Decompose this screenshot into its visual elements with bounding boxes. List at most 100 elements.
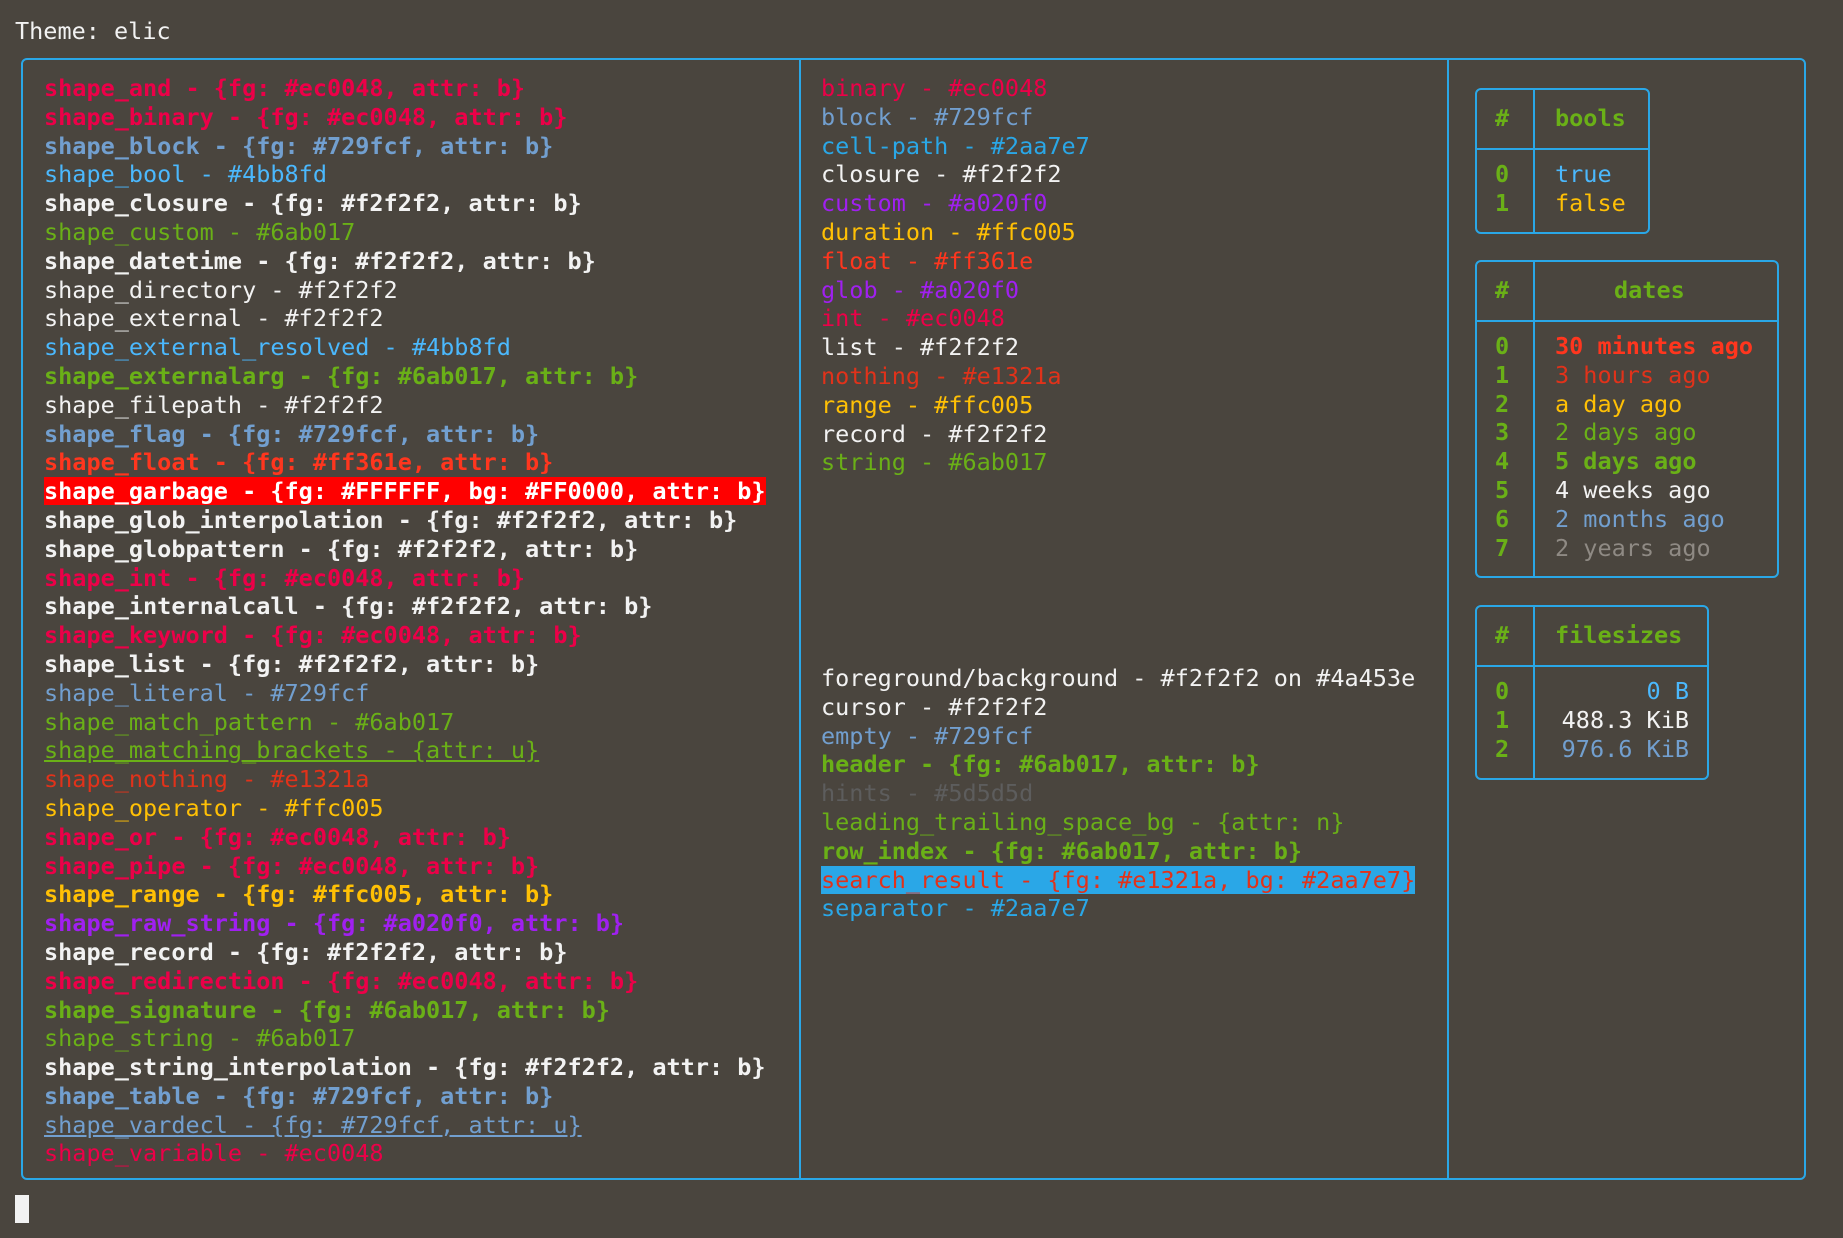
row-index: 0 [1495,160,1510,188]
shape-style-line: shape_raw_string - {fg: #a020f0, attr: b… [44,909,625,938]
shape-style-line: shape_closure - {fg: #f2f2f2, attr: b} [44,189,582,218]
row-index: 1 [1495,705,1510,734]
dates-header: dates [1614,276,1685,304]
shape-style-line: shape_string_interpolation - {fg: #f2f2f… [44,1053,766,1082]
shape-style-line: shape_int - {fg: #ec0048, attr: b} [44,563,526,592]
ui-color-line: foreground/background - #f2f2f2 on #4a45… [821,664,1416,692]
shape-style-line: shape_float - {fg: #ff361e, attr: b} [44,448,554,477]
column-divider [1447,60,1449,1178]
table-cell: 3 hours ago [1555,360,1711,389]
shape-style-line-highlight: shape_garbage - {fg: #FFFFFF, bg: #FF000… [44,477,766,506]
type-color-line: custom - #a020f0 [821,189,1048,218]
row-index: 7 [1495,533,1510,562]
shape-style-line: shape_block - {fg: #729fcf, attr: b} [44,131,554,160]
ui-colors-column: foreground/background - #f2f2f2 on #4a45… [821,664,1416,923]
shape-style-line: shape_list - {fg: #f2f2f2, attr: b} [44,649,540,678]
table-cell: 2 months ago [1555,504,1725,533]
row-index: 1 [1495,360,1510,389]
ui-color-line: hints - #5d5d5d [821,779,1034,808]
type-color-line: glob - #a020f0 [821,275,1020,304]
shape-style-line: shape_internalcall - {fg: #f2f2f2, attr:… [44,592,653,621]
ui-color-line: empty - #729fcf [821,721,1034,750]
shape-style-line: shape_filepath - #f2f2f2 [44,390,384,419]
type-color-line: binary - #ec0048 [821,74,1048,102]
row-index: 1 [1495,188,1510,217]
table-cell: 2 days ago [1555,418,1697,447]
type-color-line: closure - #f2f2f2 [821,160,1062,189]
table-cell: false [1555,188,1626,217]
type-color-line: int - #ec0048 [821,304,1005,333]
type-color-line: float - #ff361e [821,246,1034,275]
table-cell: a day ago [1555,389,1683,418]
ui-color-line: search_result - {fg: #e1321a, bg: #2aa7e… [821,865,1416,895]
shapes-column: shape_and - {fg: #ec0048, attr: b} shape_… [44,74,766,1168]
ui-color-line: leading_trailing_space_bg - {attr: n} [821,807,1345,836]
row-index: 3 [1495,418,1510,447]
shape-style-line: shape_or - {fg: #ec0048, attr: b} [44,822,511,851]
row-index: 6 [1495,504,1510,533]
theme-preview-table: shape_and - {fg: #ec0048, attr: b} shape_… [21,58,1806,1180]
row-index: 2 [1495,734,1510,763]
shape-style-line: shape_operator - #ffc005 [44,793,384,822]
type-color-line: list - #f2f2f2 [821,333,1020,362]
dates-index-header: # [1495,276,1510,304]
type-color-line: cell-path - #2aa7e7 [821,131,1090,160]
dates-table: # dates 0 30 minutes ago 1 3 hours ago 2 a da… [1475,260,1779,578]
row-index: 2 [1495,389,1510,418]
shape-style-line: shape_external - #f2f2f2 [44,304,384,333]
filesizes-table: # filesizes 0 0 B 1 488.3 KiB 2 976.6 KiB [1475,605,1709,780]
table-cell: 488.3 KiB [1561,705,1689,734]
types-column: binary - #ec0048 block - #729fcf cell-path… [821,74,1090,477]
bools-index-header: # [1495,104,1510,132]
shape-style-line: shape_match_pattern - #6ab017 [44,707,455,736]
shape-style-line: shape_external_resolved - #4bb8fd [44,333,511,362]
type-color-line: block - #729fcf [821,102,1034,131]
shape-style-line: shape_globpattern - {fg: #f2f2f2, attr: … [44,534,639,563]
type-color-line: record - #f2f2f2 [821,419,1048,448]
type-color-line: duration - #ffc005 [821,217,1076,246]
type-color-line: nothing - #e1321a [821,361,1062,390]
table-cell: true [1555,160,1612,188]
column-divider [799,60,801,1178]
ui-color-line: separator - #2aa7e7 [821,894,1090,923]
bools-header: bools [1555,104,1626,132]
shape-style-line: shape_table - {fg: #729fcf, attr: b} [44,1081,554,1110]
shape-style-line: shape_literal - #729fcf [44,678,370,707]
row-index: 0 [1495,677,1510,705]
ui-color-line: cursor - #f2f2f2 [821,692,1048,721]
ui-color-line-highlight: search_result - {fg: #e1321a, bg: #2aa7e… [821,865,1416,894]
shape-style-line: shape_record - {fg: #f2f2f2, attr: b} [44,937,568,966]
table-cell: 976.6 KiB [1561,734,1689,763]
row-index: 5 [1495,476,1510,504]
shape-style-line: shape_nothing - #e1321a [44,765,370,794]
shape-style-line: shape_redirection - {fg: #ec0048, attr: … [44,966,639,995]
shape-style-line: shape_string - #6ab017 [44,1024,356,1053]
shape-style-line: shape_signature - {fg: #6ab017, attr: b} [44,995,610,1024]
shape-style-line: shape_variable - #ec0048 [44,1139,384,1168]
shape-style-line: shape_matching_brackets - {attr: u} [44,736,540,765]
terminal-cursor [15,1195,29,1223]
type-color-line: range - #ffc005 [821,390,1034,419]
shape-style-line: shape_externalarg - {fg: #6ab017, attr: … [44,361,639,390]
shape-style-line: shape_vardecl - {fg: #729fcf, attr: u} [44,1110,582,1139]
table-cell: 0 B [1646,677,1689,705]
table-cell: 4 weeks ago [1555,476,1711,504]
ui-color-line: header - {fg: #6ab017, attr: b} [821,750,1260,779]
shape-style-line: shape_bool - #4bb8fd [44,160,327,189]
terminal-title: Theme: elic [15,17,171,45]
shape-style-line: shape_keyword - {fg: #ec0048, attr: b} [44,621,582,650]
row-index: 4 [1495,447,1510,476]
table-cell: 2 years ago [1555,533,1711,562]
filesizes-index-header: # [1495,621,1510,649]
shape-style-line: shape_custom - #6ab017 [44,217,356,246]
type-color-line: string - #6ab017 [821,448,1048,477]
shape-style-line: shape_datetime - {fg: #f2f2f2, attr: b} [44,246,596,275]
bools-table: # bools 0 true 1 false [1475,88,1650,234]
shape-style-line: shape_flag - {fg: #729fcf, attr: b} [44,419,540,448]
shape-style-line: shape_pipe - {fg: #ec0048, attr: b} [44,851,540,880]
ui-color-line: row_index - {fg: #6ab017, attr: b} [821,836,1303,865]
shape-style-line: shape_garbage - {fg: #FFFFFF, bg: #FF000… [44,477,766,506]
shape-style-line: shape_directory - #f2f2f2 [44,275,398,304]
table-cell: 30 minutes ago [1555,332,1754,360]
shape-style-line: shape_binary - {fg: #ec0048, attr: b} [44,102,568,131]
